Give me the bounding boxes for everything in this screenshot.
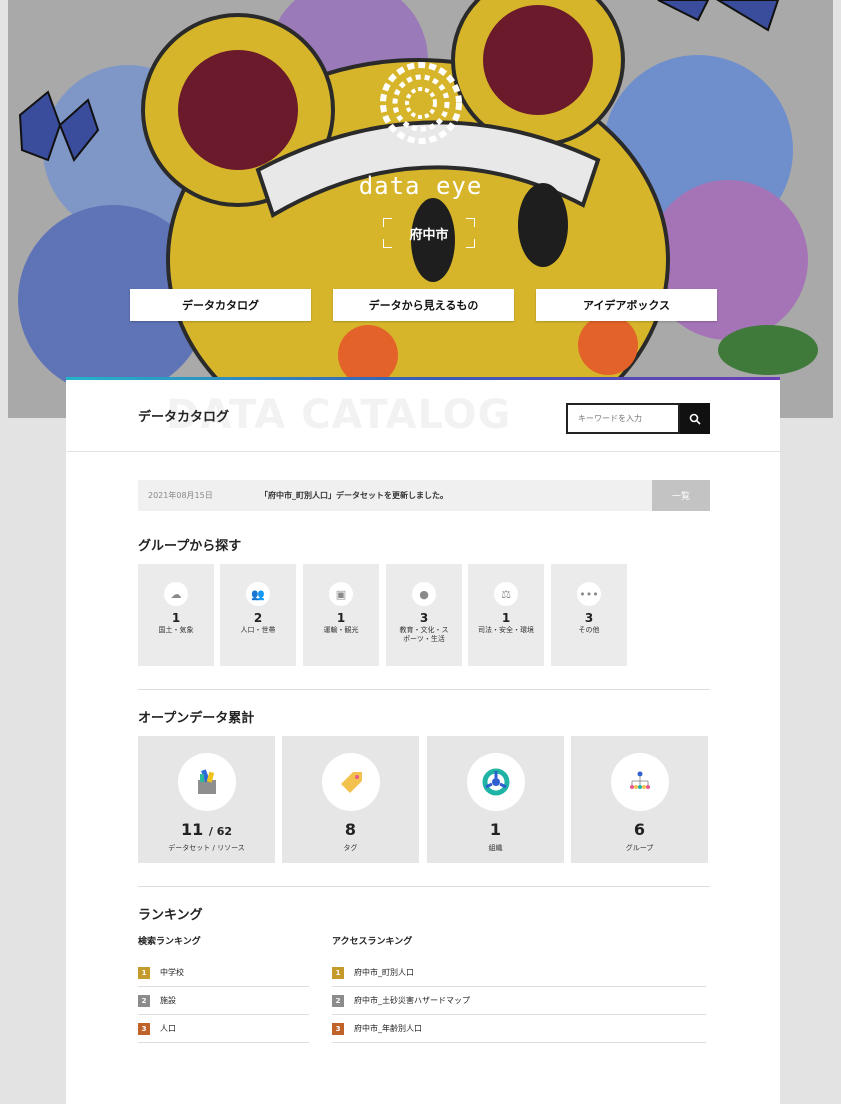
stat-number: 11 (181, 820, 204, 839)
access-ranking-title: アクセスランキング (332, 937, 413, 947)
group-count: 3 (419, 611, 429, 625)
people-icon: 👥 (246, 582, 270, 606)
rank-badge: 3 (332, 1022, 344, 1035)
search-ranking-item[interactable]: 2 施設 (138, 987, 309, 1015)
group-card-other[interactable]: ••• 3 その他 (551, 564, 627, 666)
stat-card-tags[interactable]: 8 タグ (282, 736, 419, 863)
news-list-button[interactable]: 一覧 (652, 480, 710, 511)
nav-data-catalog-button[interactable]: データカタログ (130, 289, 311, 321)
search-input[interactable] (566, 403, 680, 434)
stat-card-datasets[interactable]: 11 / 62 データセット / リソース (138, 736, 275, 863)
search-icon (689, 413, 701, 425)
group-label: 司法・安全・環境 (478, 626, 534, 634)
data-eye-logo (8, 58, 833, 152)
bus-icon: ▣ (329, 582, 353, 606)
search-ranking-item[interactable]: 3 人口 (138, 1015, 309, 1043)
stats-title: オープンデータ累計 (138, 711, 255, 726)
search-button[interactable] (680, 403, 710, 434)
rank-label[interactable]: 府中市_年齢別人口 (354, 1023, 422, 1034)
stat-card-organizations[interactable]: 1 組織 (427, 736, 564, 863)
group-count: 1 (501, 611, 511, 625)
stat-card-groups[interactable]: 6 グループ (571, 736, 708, 863)
hero-banner: data eye 府中市 データカタログ データから見えるもの アイデアボックス (8, 0, 833, 418)
groups-title: グループから探す (138, 539, 242, 554)
access-ranking-item[interactable]: 3 府中市_年齢別人口 (332, 1015, 706, 1043)
search-ranking-title: 検索ランキング (138, 937, 201, 947)
stat-value: 8 (344, 820, 357, 839)
access-ranking-item[interactable]: 2 府中市_土砂災害ハザードマップ (332, 987, 706, 1015)
group-count: 1 (336, 611, 346, 625)
scales-icon: ⚖ (494, 582, 518, 606)
news-date: 2021年08月15日 (148, 491, 213, 500)
ranking-title: ランキング (138, 908, 203, 923)
stat-label: タグ (343, 844, 358, 852)
group-card-justice[interactable]: ⚖ 1 司法・安全・環境 (468, 564, 544, 666)
nav-insights-button[interactable]: データから見えるもの (333, 289, 514, 321)
group-count: 1 (171, 611, 181, 625)
group-count: 3 (584, 611, 594, 625)
rank-label[interactable]: 施設 (160, 995, 176, 1006)
city-label: 府中市 (409, 227, 449, 243)
news-text[interactable]: 「府中市_町別人口」データセットを更新しました。 (260, 490, 448, 501)
group-label: 人口・世帯 (240, 626, 276, 634)
group-label: 運輸・観光 (323, 626, 359, 634)
access-ranking-item[interactable]: 1 府中市_町別人口 (332, 959, 706, 987)
group-label: 国土・気象 (158, 626, 194, 634)
group-card-land-weather[interactable]: ☁ 1 国土・気象 (138, 564, 214, 666)
group-card-education[interactable]: ● 3 教育・文化・ス ポーツ・生活 (386, 564, 462, 666)
group-label: その他 (578, 626, 600, 634)
rank-label[interactable]: 府中市_町別人口 (354, 967, 414, 978)
brand-name: data eye (358, 172, 483, 200)
stat-sub: / 62 (208, 825, 232, 838)
box-icon (177, 753, 236, 811)
stat-label: グループ (625, 844, 654, 852)
group-count: 2 (253, 611, 263, 625)
cloud-icon: ☁ (164, 582, 188, 606)
rank-badge: 1 (332, 966, 344, 979)
stat-value: 1 (489, 820, 502, 839)
group-label: 教育・文化・ス ポーツ・生活 (399, 626, 449, 643)
panel-header: DATA CATALOG データカタログ (66, 380, 780, 452)
rank-badge: 1 (138, 966, 150, 979)
group-card-transport[interactable]: ▣ 1 運輸・観光 (303, 564, 379, 666)
panel-title: データカタログ (138, 410, 230, 425)
divider (138, 886, 710, 887)
rank-label[interactable]: 府中市_土砂災害ハザードマップ (354, 995, 470, 1006)
group-card-population[interactable]: 👥 2 人口・世帯 (220, 564, 296, 666)
tag-icon (321, 753, 380, 811)
news-bar[interactable]: 2021年08月15日 「府中市_町別人口」データセットを更新しました。 (138, 480, 652, 511)
stat-value: 11 / 62 (138, 820, 275, 839)
catalog-panel: DATA CATALOG データカタログ 2021年08月15日 「府中市_町別… (66, 377, 780, 1104)
rank-badge: 2 (138, 994, 150, 1007)
search-ranking-item[interactable]: 1 中学校 (138, 959, 309, 987)
rank-label[interactable]: 中学校 (160, 967, 184, 978)
nav-idea-box-button[interactable]: アイデアボックス (536, 289, 717, 321)
divider (138, 689, 710, 690)
rank-label[interactable]: 人口 (160, 1023, 176, 1034)
rank-badge: 3 (138, 1022, 150, 1035)
stat-label: 組織 (488, 844, 503, 852)
city-name: 府中市 (383, 218, 475, 248)
stat-label: データセット / リソース (168, 844, 245, 852)
rank-badge: 2 (332, 994, 344, 1007)
stat-value: 6 (633, 820, 646, 839)
more-icon: ••• (577, 582, 601, 606)
globe-icon: ● (412, 582, 436, 606)
organization-icon (466, 753, 525, 811)
group-tree-icon (610, 753, 669, 811)
